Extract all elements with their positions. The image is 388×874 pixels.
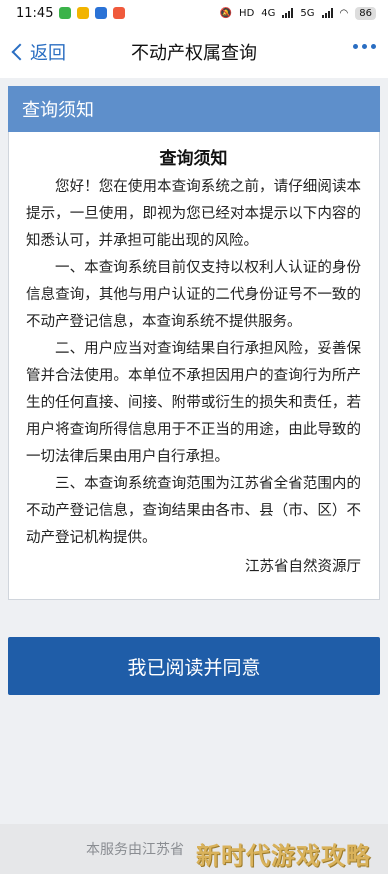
status-bar: 11:45 🔕 HD 4G 5G ◠ 86 xyxy=(0,0,388,26)
notice-signature: 江苏省自然资源厅 xyxy=(245,559,361,575)
battery-icon: 86 xyxy=(355,6,376,20)
notice-paragraph: 二、用户应当对查询结果自行承担风险，妥善保管并合法使用。本单位不承担因用户的查询… xyxy=(26,341,361,465)
back-label: 返回 xyxy=(30,43,66,64)
back-button[interactable]: 返回 xyxy=(8,38,66,66)
chevron-left-icon xyxy=(11,43,29,61)
network-4g-label: 4G xyxy=(261,7,276,19)
status-left: 11:45 xyxy=(16,5,126,21)
notice-header: 查询须知 xyxy=(8,86,380,132)
nav-bar: 返回 不动产权属查询 xyxy=(0,26,388,78)
notice-paragraph: 一、本查询系统目前仅支持以权利人认证的身份信息查询，其他与用户认证的二代身份证号… xyxy=(26,260,361,330)
page-title: 不动产权属查询 xyxy=(131,43,257,64)
notice-panel[interactable]: 查询须知 您好！您在使用本查询系统之前，请仔细阅读本提示，一旦使用，即视为您已经… xyxy=(8,132,380,600)
status-right: 🔕 HD 4G 5G ◠ 86 xyxy=(219,6,376,20)
wifi-icon: ◠ xyxy=(339,7,349,19)
watermark-logo: 新时代游戏攻略 xyxy=(196,842,371,870)
app-notification-icon xyxy=(59,7,72,19)
more-dot-icon xyxy=(353,44,358,49)
signal-icon xyxy=(321,8,333,18)
notice-paragraph: 您好！您在使用本查询系统之前，请仔细阅读本提示，一旦使用，即视为您已经对本提示以… xyxy=(26,179,361,249)
hd-label: HD xyxy=(239,7,255,19)
agree-button[interactable]: 我已阅读并同意 xyxy=(8,637,380,695)
more-menu-button[interactable] xyxy=(353,44,376,49)
app-notification-icon xyxy=(113,7,126,19)
more-dot-icon xyxy=(362,44,367,49)
app-notification-icon xyxy=(95,7,108,19)
app-notification-icon xyxy=(77,7,90,19)
notice-paragraph: 三、本查询系统查询范围为江苏省全省范围内的不动产登记信息，查询结果由各市、县（市… xyxy=(26,476,361,546)
footer-text: 本服务由江苏省 xyxy=(86,842,184,858)
more-dot-icon xyxy=(371,44,376,49)
network-5g-label: 5G xyxy=(300,7,315,19)
status-time: 11:45 xyxy=(16,5,54,21)
signal-icon xyxy=(282,8,294,18)
notice-title: 查询须知 xyxy=(159,149,228,169)
mute-icon: 🔕 xyxy=(219,7,233,19)
